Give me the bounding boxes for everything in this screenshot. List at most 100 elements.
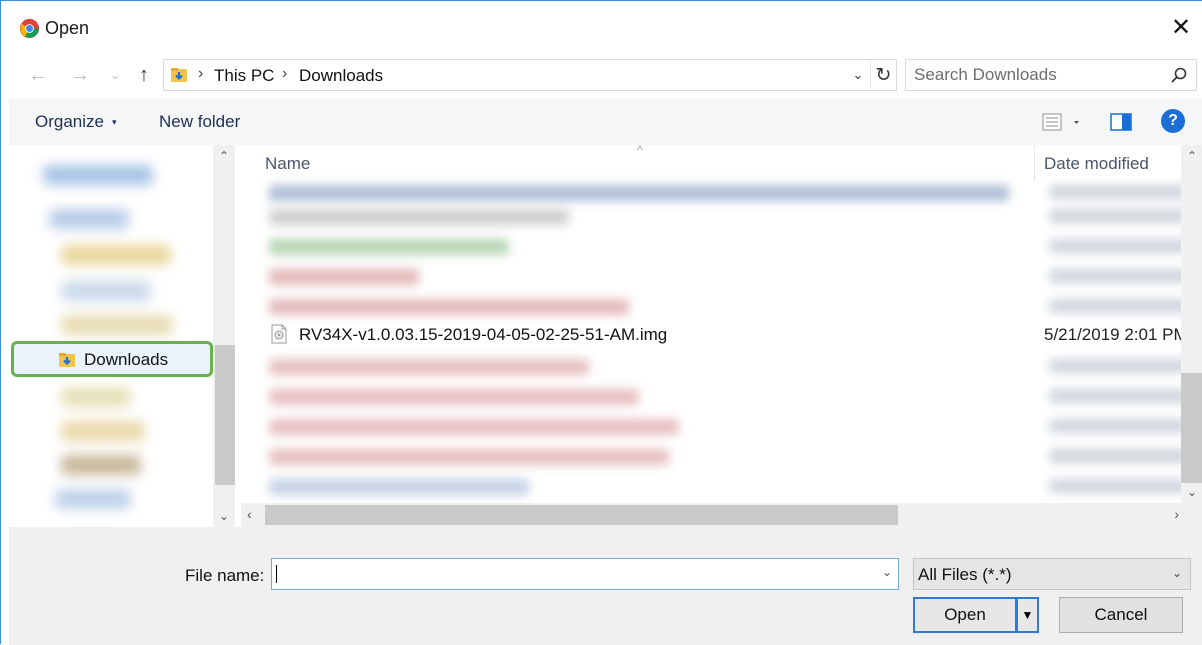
chevron-down-icon: ⌄ bbox=[1171, 566, 1182, 580]
file-list-vertical-scrollbar[interactable]: ⌃ ⌄ bbox=[1181, 145, 1202, 503]
help-icon: ? bbox=[1168, 112, 1178, 129]
nav-item-blurred[interactable] bbox=[61, 387, 131, 407]
scroll-left-icon[interactable]: ‹ bbox=[247, 506, 252, 522]
search-input[interactable] bbox=[906, 60, 1156, 90]
file-list[interactable]: Name ^ Date modified RV34X-v1.0.03.15-20… bbox=[241, 145, 1202, 527]
help-button[interactable]: ? bbox=[1161, 109, 1185, 133]
breadcrumb-separator: › bbox=[282, 65, 288, 82]
dialog-title: Open bbox=[45, 18, 90, 38]
caret-down-icon: ▼ bbox=[1021, 608, 1034, 622]
file-type-filter-select[interactable]: All Files (*.*) ⌄ bbox=[913, 558, 1191, 590]
nav-item-blurred[interactable] bbox=[43, 165, 153, 185]
arrow-left-icon: ← bbox=[28, 63, 48, 86]
navigation-pane[interactable]: Downloads ⌃ ⌄ bbox=[9, 145, 235, 527]
nav-pane-scrollbar[interactable]: ⌃ ⌄ bbox=[213, 145, 235, 527]
list-item-date bbox=[1049, 449, 1189, 463]
file-name: RV34X-v1.0.03.15-2019-04-05-02-25-51-AM.… bbox=[299, 325, 668, 344]
column-header-row: Name ^ Date modified bbox=[241, 145, 1202, 181]
list-item-date bbox=[1049, 239, 1189, 253]
list-item[interactable] bbox=[269, 389, 639, 405]
column-header-date-modified[interactable]: Date modified bbox=[1044, 154, 1149, 174]
nav-item-blurred[interactable] bbox=[61, 455, 141, 475]
up-folder-button[interactable]: ↑ bbox=[131, 61, 157, 89]
open-button[interactable]: Open bbox=[913, 597, 1017, 633]
nav-item-blurred[interactable] bbox=[55, 489, 131, 509]
list-item[interactable] bbox=[269, 239, 509, 255]
view-options-icon[interactable] bbox=[1041, 111, 1085, 133]
open-options-dropdown-button[interactable]: ▼ bbox=[1017, 597, 1039, 633]
address-row: ← → ⌄ ↑ › This PC › Downloads ⌄ ↻ bbox=[1, 57, 1202, 93]
chevron-down-icon: ⌄ bbox=[109, 68, 121, 82]
downloads-folder-icon bbox=[59, 353, 75, 367]
nav-item-downloads[interactable]: Downloads bbox=[11, 341, 213, 377]
list-item-date bbox=[1049, 209, 1189, 223]
nav-item-blurred[interactable] bbox=[61, 245, 171, 265]
sort-ascending-icon: ^ bbox=[637, 145, 643, 157]
file-date-modified: 5/21/2019 2:01 PM bbox=[1044, 325, 1188, 344]
nav-item-blurred[interactable] bbox=[61, 421, 145, 441]
list-item[interactable] bbox=[269, 479, 529, 495]
cancel-button[interactable]: Cancel bbox=[1059, 597, 1183, 633]
scroll-down-icon[interactable]: ⌄ bbox=[1181, 485, 1202, 499]
organize-menu-button[interactable]: Organize ▾ bbox=[35, 112, 117, 132]
scrollbar-thumb[interactable] bbox=[1181, 373, 1202, 483]
close-button[interactable]: ✕ bbox=[1159, 9, 1202, 45]
list-item[interactable] bbox=[269, 449, 669, 465]
list-item[interactable] bbox=[269, 209, 569, 225]
column-divider[interactable] bbox=[1034, 145, 1035, 181]
list-item-date bbox=[1049, 299, 1189, 313]
scrollbar-thumb[interactable] bbox=[215, 345, 235, 485]
breadcrumb-this-pc[interactable]: This PC bbox=[214, 66, 274, 86]
disc-image-file-icon bbox=[271, 324, 287, 344]
arrow-right-icon: → bbox=[70, 63, 90, 86]
chrome-icon bbox=[19, 18, 40, 39]
scroll-up-icon[interactable]: ⌃ bbox=[213, 149, 235, 163]
list-item[interactable] bbox=[269, 185, 1009, 201]
chevron-down-icon[interactable]: ⌄ bbox=[882, 565, 892, 579]
column-header-name[interactable]: Name bbox=[265, 154, 310, 174]
downloads-folder-icon bbox=[171, 68, 187, 82]
arrow-up-icon: ↑ bbox=[139, 63, 149, 86]
refresh-icon: ↻ bbox=[875, 64, 892, 86]
scrollbar-thumb[interactable] bbox=[265, 505, 898, 525]
refresh-button[interactable]: ↻ bbox=[870, 62, 896, 88]
list-item[interactable] bbox=[269, 359, 589, 375]
file-name-input[interactable] bbox=[272, 559, 868, 589]
open-button-label: Open bbox=[944, 605, 986, 624]
nav-item-blurred[interactable] bbox=[49, 209, 129, 229]
open-file-dialog: Open ✕ ← → ⌄ ↑ › This PC › Downloads ⌄ ↻ bbox=[0, 0, 1202, 645]
list-item-date bbox=[1049, 359, 1189, 373]
scroll-right-icon[interactable]: › bbox=[1174, 506, 1179, 522]
file-list-horizontal-scrollbar[interactable]: ‹ › bbox=[241, 503, 1202, 527]
caret-down-icon: ▾ bbox=[111, 117, 117, 128]
breadcrumb-downloads[interactable]: Downloads bbox=[299, 66, 383, 86]
organize-label: Organize bbox=[35, 112, 104, 131]
scroll-up-icon[interactable]: ⌃ bbox=[1181, 149, 1202, 163]
scroll-down-icon[interactable]: ⌄ bbox=[213, 509, 235, 523]
new-folder-button[interactable]: New folder bbox=[159, 112, 240, 132]
text-cursor bbox=[276, 565, 277, 583]
list-item[interactable] bbox=[269, 269, 419, 285]
preview-pane-icon[interactable] bbox=[1109, 111, 1133, 133]
search-icon[interactable] bbox=[1170, 66, 1188, 84]
file-name-combobox: ⌄ bbox=[271, 558, 899, 590]
dialog-footer: File name: ⌄ All Files (*.*) ⌄ Open ▼ Ca… bbox=[9, 527, 1202, 645]
address-bar[interactable]: › This PC › Downloads ⌄ ↻ bbox=[163, 59, 897, 91]
nav-item-blurred[interactable] bbox=[61, 315, 173, 335]
list-item-date bbox=[1049, 419, 1189, 433]
list-item-firmware-image[interactable]: RV34X-v1.0.03.15-2019-04-05-02-25-51-AM.… bbox=[241, 320, 1202, 350]
list-item-date bbox=[1049, 479, 1189, 493]
chevron-down-icon: ⌄ bbox=[852, 67, 864, 82]
list-item-date bbox=[1049, 185, 1189, 199]
forward-button[interactable]: → bbox=[67, 61, 93, 89]
list-item[interactable] bbox=[269, 419, 679, 435]
recent-locations-button[interactable]: ⌄ bbox=[105, 61, 125, 89]
file-type-filter-value: All Files (*.*) bbox=[918, 565, 1012, 584]
nav-item-label: Downloads bbox=[84, 350, 169, 369]
list-item-date bbox=[1049, 389, 1189, 403]
back-button[interactable]: ← bbox=[25, 61, 51, 89]
breadcrumb-separator: › bbox=[198, 65, 204, 82]
list-item[interactable] bbox=[269, 299, 629, 315]
address-history-dropdown[interactable]: ⌄ bbox=[848, 64, 868, 86]
nav-item-blurred[interactable] bbox=[61, 281, 151, 301]
